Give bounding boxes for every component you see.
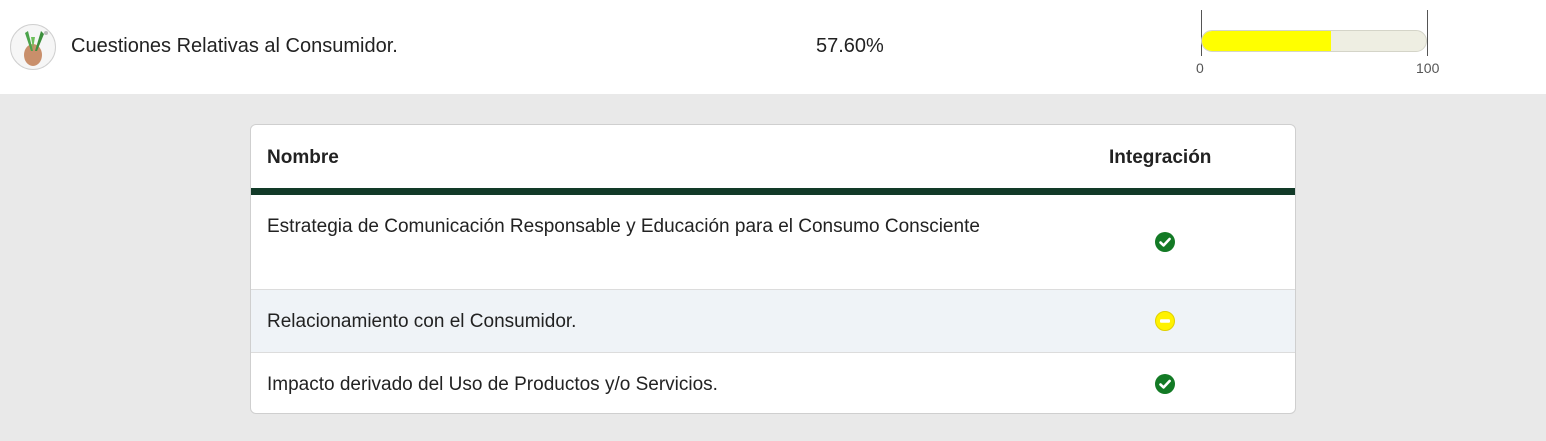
column-header-integration: Integración xyxy=(1109,147,1212,168)
integration-table: Nombre Integración Estrategia de Comunic… xyxy=(250,124,1296,414)
progress-gauge: 0 100 xyxy=(1196,10,1446,80)
table-row: Impacto derivado del Uso de Productos y/… xyxy=(251,352,1295,413)
gauge-min-line xyxy=(1201,10,1202,56)
table-row: Relacionamiento con el Consumidor. xyxy=(251,289,1295,352)
row-name: Relacionamiento con el Consumidor. xyxy=(267,311,577,332)
row-name: Estrategia de Comunicación Responsable y… xyxy=(267,216,980,237)
check-circle-icon xyxy=(1155,232,1175,252)
summary-row: Cuestiones Relativas al Consumidor. 57.6… xyxy=(0,0,1546,94)
minus-circle-icon xyxy=(1155,311,1175,331)
column-header-name: Nombre xyxy=(267,147,339,168)
check-circle-icon xyxy=(1155,374,1175,394)
gauge-min-label: 0 xyxy=(1196,60,1204,76)
avatar xyxy=(10,24,56,70)
table-header: Nombre Integración xyxy=(251,125,1295,188)
category-title: Cuestiones Relativas al Consumidor. xyxy=(71,35,398,57)
gauge-fill xyxy=(1202,31,1332,51)
gauge-max-line xyxy=(1427,10,1428,56)
row-name: Impacto derivado del Uso de Productos y/… xyxy=(267,374,718,395)
percentage-value: 57.60% xyxy=(816,35,884,57)
header-divider xyxy=(251,188,1295,195)
table-row: Estrategia de Comunicación Responsable y… xyxy=(251,195,1295,289)
gauge-max-label: 100 xyxy=(1416,60,1440,76)
gauge-track xyxy=(1201,30,1427,52)
